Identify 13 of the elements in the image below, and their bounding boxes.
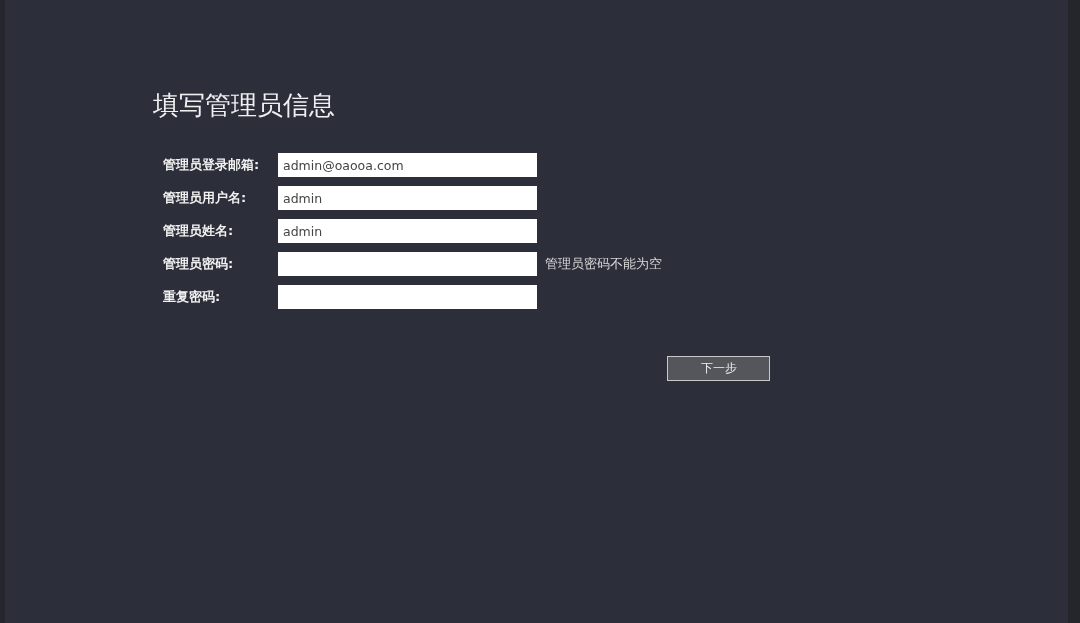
field-label: 管理员姓名: [163, 222, 235, 240]
input-field[interactable]: admin@oaooa.com [278, 153, 537, 177]
input-field[interactable]: admin [278, 186, 537, 210]
field-label: 重复密码: [163, 288, 222, 306]
field-label: 管理员登录邮箱: [163, 156, 261, 174]
input-field[interactable] [278, 252, 537, 276]
page-title: 填写管理员信息 [153, 89, 336, 122]
error-message: 管理员密码不能为空 [545, 255, 662, 273]
field-label: 管理员用户名: [163, 189, 248, 207]
field-label: 管理员密码: [163, 255, 235, 273]
input-field[interactable]: admin [278, 219, 537, 243]
input-field[interactable] [278, 285, 537, 309]
next-button[interactable]: 下一步 [667, 356, 770, 381]
